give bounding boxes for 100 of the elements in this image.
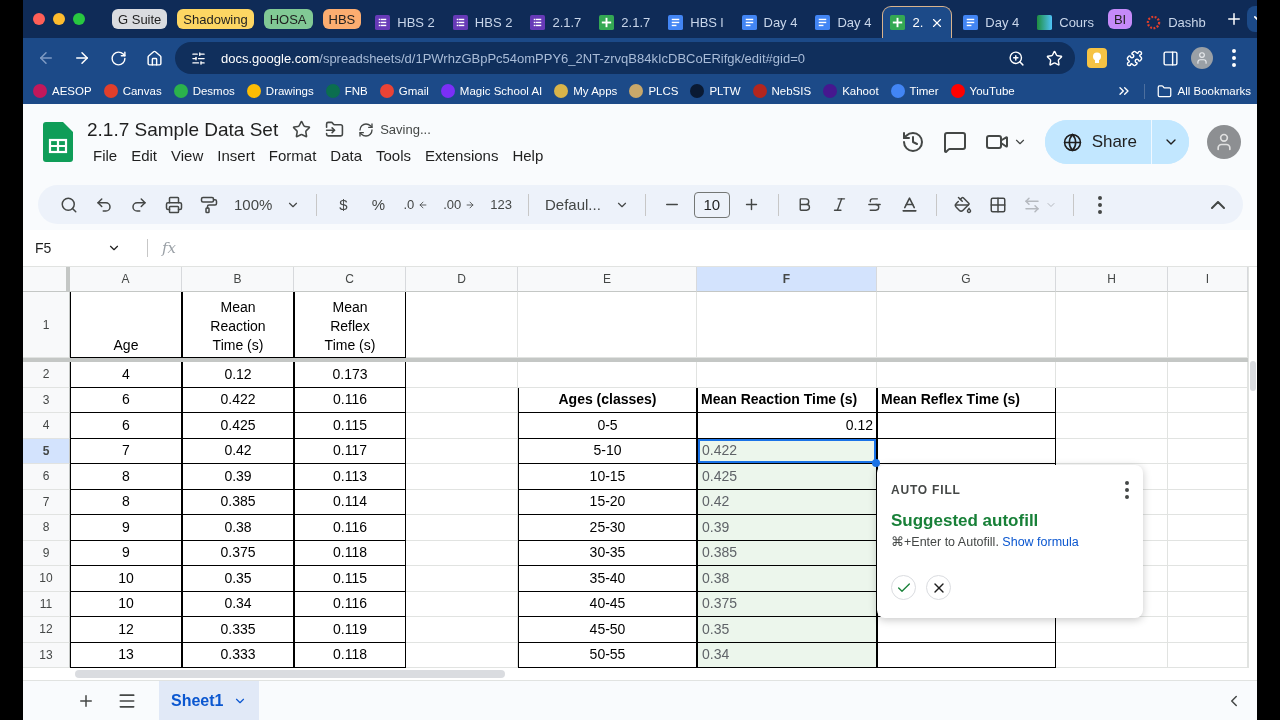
row-number[interactable]: 8 bbox=[23, 515, 70, 541]
table-cell[interactable]: 15-20 bbox=[518, 489, 697, 515]
column-header[interactable]: D bbox=[406, 267, 518, 292]
table-cell[interactable]: 0.333 bbox=[182, 642, 294, 668]
table-cell[interactable]: 45-50 bbox=[518, 617, 697, 643]
table-cell[interactable]: 25-30 bbox=[518, 515, 697, 541]
tab-group-chip[interactable]: BI bbox=[1107, 9, 1133, 29]
table-cell[interactable]: 0.115 bbox=[294, 413, 406, 439]
table-cell[interactable]: Mean Reflex Time (s) bbox=[294, 292, 406, 358]
table-cell[interactable]: 10 bbox=[70, 591, 182, 617]
table-cell[interactable]: 0.12 bbox=[697, 413, 877, 439]
table-cell[interactable]: 0.375 bbox=[697, 591, 877, 617]
bookmark-link[interactable]: Magic School AI bbox=[440, 84, 543, 98]
table-cell[interactable]: 0.34 bbox=[697, 642, 877, 668]
table-cell[interactable]: 50-55 bbox=[518, 642, 697, 668]
bookmark-link[interactable]: My Apps bbox=[554, 84, 618, 98]
table-cell[interactable]: 0.422 bbox=[697, 438, 877, 464]
table-cell[interactable]: 0.425 bbox=[182, 413, 294, 439]
spreadsheet-logo[interactable] bbox=[43, 122, 73, 162]
table-cell[interactable]: Mean Reflex Time (s) bbox=[877, 387, 1056, 413]
bookmark-link[interactable]: NebSIS bbox=[752, 84, 812, 98]
menu-item[interactable]: Insert bbox=[211, 144, 261, 166]
browser-tab[interactable]: Day 4 bbox=[808, 6, 879, 38]
table-cell[interactable]: 0.38 bbox=[182, 515, 294, 541]
table-cell[interactable]: 0.39 bbox=[182, 464, 294, 490]
table-cell[interactable]: 0.385 bbox=[182, 489, 294, 515]
table-cell[interactable]: 0.113 bbox=[294, 464, 406, 490]
column-header[interactable]: H bbox=[1056, 267, 1168, 292]
column-header[interactable]: I bbox=[1168, 267, 1248, 292]
table-cell[interactable] bbox=[877, 642, 1056, 668]
scrollbar-thumb[interactable] bbox=[75, 670, 505, 678]
lightbulb-extension-icon[interactable] bbox=[1087, 48, 1107, 68]
table-cell[interactable]: 30-35 bbox=[518, 540, 697, 566]
decrease-decimal-button[interactable]: .0 bbox=[400, 190, 432, 219]
row-number[interactable]: 13 bbox=[23, 642, 70, 668]
bookmark-link[interactable]: Drawings bbox=[246, 84, 314, 98]
table-cell[interactable] bbox=[877, 438, 1056, 464]
browser-tab[interactable]: Cours bbox=[1030, 6, 1101, 38]
document-title[interactable]: 2.1.7 Sample Data Set bbox=[87, 118, 279, 141]
name-box[interactable]: F5 bbox=[35, 240, 131, 256]
table-cell[interactable]: 0.42 bbox=[697, 489, 877, 515]
tab-group-chip[interactable]: G Suite bbox=[112, 9, 168, 29]
column-header[interactable]: E bbox=[518, 267, 697, 292]
menu-item[interactable]: Extensions bbox=[419, 144, 505, 166]
row-number[interactable]: 4 bbox=[23, 413, 70, 439]
table-cell[interactable]: 10-15 bbox=[518, 464, 697, 490]
bookmark-link[interactable]: PLCS bbox=[629, 84, 679, 98]
bookmark-link[interactable]: Gmail bbox=[379, 84, 429, 98]
browser-tab[interactable]: HBS 2 bbox=[445, 6, 520, 38]
menu-item[interactable]: Help bbox=[506, 144, 550, 166]
tab-group-chip[interactable]: Shadowing bbox=[177, 9, 254, 29]
percent-format-button[interactable]: % bbox=[365, 190, 392, 219]
fill-handle[interactable] bbox=[872, 459, 880, 467]
table-cell[interactable]: 7 bbox=[70, 438, 182, 464]
currency-format-button[interactable]: $ bbox=[330, 190, 357, 219]
table-cell[interactable]: 0.375 bbox=[182, 540, 294, 566]
bookmark-link[interactable]: YouTube bbox=[950, 84, 1015, 98]
minimize-window-button[interactable] bbox=[53, 13, 65, 25]
bookmark-link[interactable]: Canvas bbox=[103, 84, 162, 98]
menu-item[interactable]: Tools bbox=[370, 144, 418, 166]
bookmark-link[interactable]: FNB bbox=[325, 84, 368, 98]
row-number[interactable]: 10 bbox=[23, 566, 70, 592]
bookmark-link[interactable]: Timer bbox=[890, 84, 939, 98]
table-cell[interactable]: 0.115 bbox=[294, 566, 406, 592]
table-cell[interactable]: 8 bbox=[70, 464, 182, 490]
row-number[interactable]: 6 bbox=[23, 464, 70, 490]
comments-button[interactable] bbox=[942, 130, 967, 154]
table-cell[interactable]: 0.114 bbox=[294, 489, 406, 515]
table-cell[interactable]: 0.12 bbox=[182, 362, 294, 388]
row-number[interactable]: 11 bbox=[23, 591, 70, 617]
dismiss-button[interactable] bbox=[926, 575, 951, 600]
table-cell[interactable]: 0.34 bbox=[182, 591, 294, 617]
table-cell[interactable]: 13 bbox=[70, 642, 182, 668]
menu-item[interactable]: File bbox=[87, 144, 124, 166]
row-number[interactable]: 2 bbox=[23, 362, 70, 388]
table-cell[interactable]: Age bbox=[70, 292, 182, 358]
row-number[interactable]: 3 bbox=[23, 387, 70, 413]
tab-group-chip[interactable]: HOSA bbox=[263, 9, 313, 29]
table-cell[interactable]: 0.422 bbox=[182, 387, 294, 413]
table-cell[interactable]: 0.173 bbox=[294, 362, 406, 388]
table-cell[interactable]: 0.425 bbox=[697, 464, 877, 490]
table-cell[interactable]: 0.116 bbox=[294, 387, 406, 413]
browser-tab[interactable]: 2. bbox=[882, 6, 953, 38]
account-avatar[interactable] bbox=[1207, 125, 1241, 159]
browser-tab[interactable]: 2.1.7 bbox=[523, 6, 589, 38]
table-cell[interactable]: 5-10 bbox=[518, 438, 697, 464]
menu-item[interactable]: Edit bbox=[125, 144, 164, 166]
table-cell[interactable]: 35-40 bbox=[518, 566, 697, 592]
zoom-dropdown[interactable]: 100% bbox=[231, 190, 304, 219]
table-cell[interactable]: 0.116 bbox=[294, 515, 406, 541]
table-cell[interactable]: 0.385 bbox=[697, 540, 877, 566]
menu-item[interactable]: Format bbox=[262, 144, 323, 166]
table-cell[interactable]: 0.35 bbox=[697, 617, 877, 643]
move-to-folder-button[interactable] bbox=[325, 120, 345, 139]
row-number[interactable]: 7 bbox=[23, 489, 70, 515]
zoom-window-button[interactable] bbox=[73, 13, 85, 25]
browser-tab[interactable]: HBS 2 bbox=[368, 6, 442, 38]
scrollbar-thumb[interactable] bbox=[1250, 361, 1256, 391]
table-cell[interactable]: 6 bbox=[70, 387, 182, 413]
table-cell[interactable]: 0.116 bbox=[294, 591, 406, 617]
